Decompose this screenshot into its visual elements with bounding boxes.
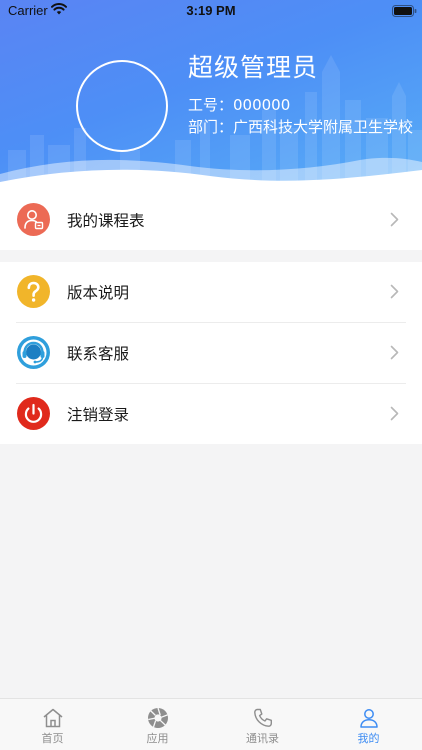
schedule-user-icon xyxy=(17,203,50,236)
chevron-right-icon xyxy=(390,212,399,227)
menu-group-settings: 版本说明 联系客服 注销登录 xyxy=(0,262,422,444)
home-icon xyxy=(43,708,63,728)
department: 部门：广西科技大学附属卫生学校 xyxy=(188,118,414,136)
tab-mine[interactable]: 我的 xyxy=(316,699,421,750)
menu-label-schedule: 我的课程表 xyxy=(67,212,145,230)
tab-bar: 首页 应用 通讯录 我的 xyxy=(0,698,422,750)
status-time: 3:19 PM xyxy=(186,3,236,18)
menu-label-logout: 注销登录 xyxy=(67,406,130,424)
tab-label-contacts: 通讯录 xyxy=(246,732,279,745)
menu-label-service: 联系客服 xyxy=(67,345,130,363)
status-bar: Carrier 3:19 PM xyxy=(0,0,422,22)
profile-header: Carrier 3:19 PM 超级管理员 工号：000000 部门：广西科技大… xyxy=(0,0,422,192)
chevron-right-icon xyxy=(390,345,399,360)
tab-home[interactable]: 首页 xyxy=(0,699,105,750)
tab-label-apps: 应用 xyxy=(146,732,169,745)
avatar[interactable] xyxy=(76,60,168,152)
menu-item-service[interactable]: 联系客服 xyxy=(0,323,422,384)
menu-item-logout[interactable]: 注销登录 xyxy=(0,384,422,445)
employee-id: 工号：000000 xyxy=(188,96,291,114)
question-icon xyxy=(17,275,50,308)
menu-item-version[interactable]: 版本说明 xyxy=(0,262,422,323)
aperture-icon xyxy=(148,707,168,728)
person-icon xyxy=(360,709,378,728)
tab-contacts[interactable]: 通讯录 xyxy=(210,699,315,750)
chevron-right-icon xyxy=(390,406,399,421)
headset-icon xyxy=(17,336,50,369)
menu-item-schedule[interactable]: 我的课程表 xyxy=(0,190,422,250)
tab-apps[interactable]: 应用 xyxy=(105,699,210,750)
user-name: 超级管理员 xyxy=(188,53,319,82)
battery-icon xyxy=(392,5,417,17)
profile-screen: Carrier 3:19 PM 超级管理员 工号：000000 部门：广西科技大… xyxy=(0,0,422,750)
phone-icon xyxy=(254,708,272,727)
header-wave-decoration xyxy=(0,157,422,192)
tab-label-home: 首页 xyxy=(41,732,64,745)
chevron-right-icon xyxy=(390,284,399,299)
power-icon xyxy=(17,397,50,430)
menu-label-version: 版本说明 xyxy=(67,284,130,302)
menu-group-schedule: 我的课程表 xyxy=(0,190,422,250)
tab-label-mine: 我的 xyxy=(357,732,380,745)
